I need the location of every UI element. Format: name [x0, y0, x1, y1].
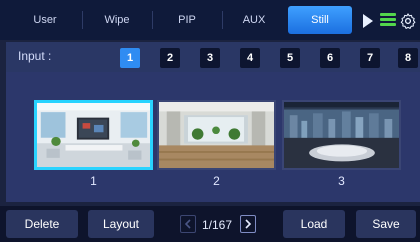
input-button-6[interactable]: 6 — [320, 48, 340, 68]
input-button-7[interactable]: 7 — [360, 48, 380, 68]
tab-divider — [222, 11, 223, 29]
tab-wipe[interactable]: Wipe — [84, 6, 150, 34]
hall-scene-image — [159, 102, 274, 168]
load-button[interactable]: Load — [283, 210, 345, 238]
layout-button[interactable]: Layout — [88, 210, 154, 238]
play-icon[interactable] — [363, 14, 373, 28]
tab-divider — [152, 11, 153, 29]
input-selector-row: Input : 1 2 3 4 5 6 7 8 — [6, 42, 420, 72]
gear-icon[interactable] — [399, 12, 417, 30]
chevron-left-icon — [184, 219, 191, 229]
page-indicator: 1/167 — [202, 218, 233, 232]
prev-page-button[interactable] — [180, 215, 196, 233]
input-button-8[interactable]: 8 — [398, 48, 418, 68]
still-label-2: 2 — [213, 174, 220, 188]
still-label-3: 3 — [338, 174, 345, 188]
still-thumbnail-3[interactable] — [282, 100, 401, 170]
input-label: Input : — [18, 49, 52, 63]
still-thumbnail-1[interactable] — [34, 100, 153, 170]
tab-divider — [82, 11, 83, 29]
bottom-toolbar: Delete Layout 1/167 Load Save — [0, 206, 420, 242]
input-button-1[interactable]: 1 — [120, 48, 140, 68]
tab-bar: User Wipe PIP AUX Still — [0, 0, 420, 40]
chevron-right-icon — [245, 219, 252, 229]
save-button[interactable]: Save — [356, 210, 416, 238]
next-page-button[interactable] — [240, 215, 256, 233]
tab-still[interactable]: Still — [288, 6, 352, 34]
tab-pip[interactable]: PIP — [154, 6, 220, 34]
delete-button[interactable]: Delete — [6, 210, 78, 238]
input-button-2[interactable]: 2 — [160, 48, 180, 68]
studio-scene-image — [284, 102, 399, 168]
input-button-4[interactable]: 4 — [240, 48, 260, 68]
tab-user[interactable]: User — [10, 6, 80, 34]
list-icon[interactable] — [380, 13, 396, 27]
office-scene-image — [37, 103, 150, 167]
input-button-5[interactable]: 5 — [280, 48, 300, 68]
tab-aux[interactable]: AUX — [224, 6, 284, 34]
input-button-3[interactable]: 3 — [200, 48, 220, 68]
still-thumbnail-2[interactable] — [157, 100, 276, 170]
still-label-1: 1 — [90, 174, 97, 188]
still-gallery: 1 2 3 — [6, 72, 420, 202]
